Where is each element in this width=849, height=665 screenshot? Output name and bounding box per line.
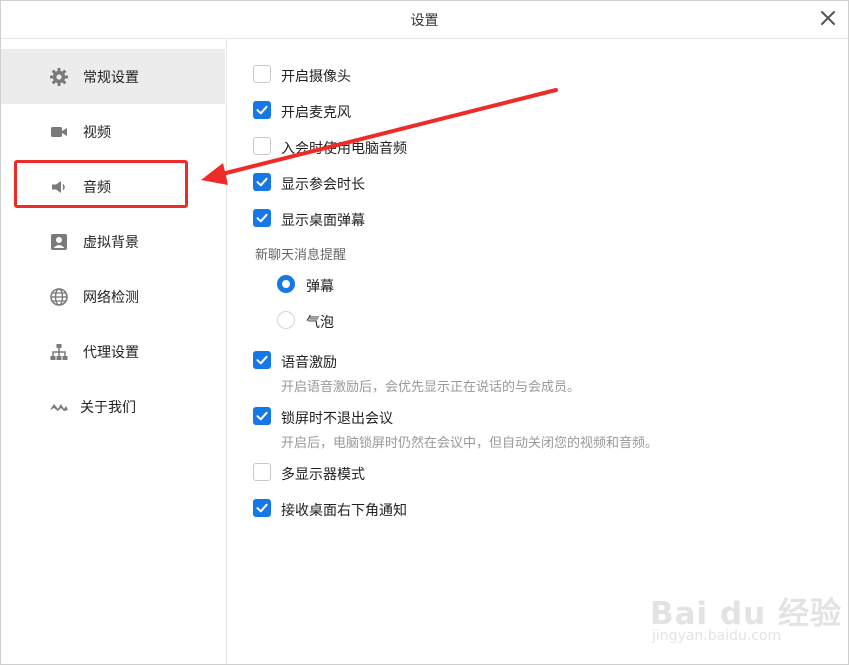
show-duration-label: 显示参会时长 — [281, 177, 365, 193]
checkmark-icon — [256, 177, 268, 187]
sidebar-item-label: 关于我们 — [80, 400, 136, 416]
chat-notify-section-label: 新聊天消息提醒 — [255, 248, 347, 263]
speaker-icon — [52, 181, 65, 193]
sidebar-item-general[interactable]: 常规设置 — [1, 49, 225, 104]
sidebar-item-label: 虚拟背景 — [83, 235, 139, 251]
voice-motivation-checkbox[interactable] — [253, 351, 271, 369]
close-button[interactable] — [818, 8, 838, 28]
settings-content: 开启摄像头 开启麦克风 入会时使用电脑音频 显示参会时长 显示桌面弹幕 新聊天消… — [227, 39, 848, 664]
microphone-label: 开启麦克风 — [281, 105, 351, 121]
virtual-background-icon — [51, 234, 67, 250]
bubble-radio[interactable] — [277, 311, 295, 329]
video-camera-icon — [51, 127, 67, 137]
desktop-danmaku-checkbox[interactable] — [253, 209, 271, 227]
sidebar-item-label: 代理设置 — [83, 345, 139, 361]
close-icon — [821, 11, 835, 25]
checkmark-icon — [256, 105, 268, 115]
sidebar-item-audio[interactable]: 音频 — [1, 159, 225, 214]
sidebar-item-label: 音频 — [83, 180, 111, 196]
window-title: 设置 — [410, 13, 439, 29]
settings-window: 设置 常规设置 视频 音频 虚拟背景 网络检测 代理设置 关于我们 开启摄像头 … — [0, 0, 849, 665]
lock-screen-checkbox[interactable] — [253, 407, 271, 425]
globe-icon — [50, 288, 68, 306]
title-bar: 设置 — [1, 1, 848, 39]
sidebar-item-virtual-background[interactable]: 虚拟背景 — [1, 214, 225, 269]
computer-audio-label: 入会时使用电脑音频 — [281, 141, 407, 157]
danmaku-radio[interactable] — [277, 275, 295, 293]
sidebar-item-about[interactable]: 关于我们 — [1, 379, 225, 434]
logo-icon — [50, 404, 68, 411]
sidebar-item-proxy[interactable]: 代理设置 — [1, 324, 225, 379]
bubble-radio-label: 气泡 — [306, 315, 334, 331]
sidebar-item-video[interactable]: 视频 — [1, 104, 225, 159]
danmaku-radio-label: 弹幕 — [306, 279, 334, 295]
voice-motivation-description: 开启语音激励后，会优先显示正在说话的与会成员。 — [281, 380, 581, 395]
checkmark-icon — [256, 411, 268, 421]
multi-display-checkbox[interactable] — [253, 463, 271, 481]
lock-screen-description: 开启后，电脑锁屏时仍然在会议中，但自动关闭您的视频和音频。 — [281, 436, 659, 451]
desktop-notify-checkbox[interactable] — [253, 499, 271, 517]
camera-label: 开启摄像头 — [281, 69, 351, 85]
microphone-checkbox[interactable] — [253, 101, 271, 119]
multi-display-label: 多显示器模式 — [281, 467, 365, 483]
voice-motivation-label: 语音激励 — [281, 355, 337, 371]
sidebar: 常规设置 视频 音频 虚拟背景 网络检测 代理设置 关于我们 — [1, 39, 227, 664]
desktop-danmaku-label: 显示桌面弹幕 — [281, 213, 365, 229]
show-duration-checkbox[interactable] — [253, 173, 271, 191]
checkmark-icon — [256, 503, 268, 513]
desktop-notify-label: 接收桌面右下角通知 — [281, 503, 407, 519]
computer-audio-checkbox[interactable] — [253, 137, 271, 155]
checkmark-icon — [256, 213, 268, 223]
sidebar-item-label: 视频 — [83, 125, 111, 141]
network-tree-icon — [50, 344, 68, 360]
sidebar-item-network-test[interactable]: 网络检测 — [1, 269, 225, 324]
checkmark-icon — [256, 355, 268, 365]
sidebar-item-label: 常规设置 — [83, 70, 139, 86]
lock-screen-label: 锁屏时不退出会议 — [281, 411, 393, 427]
gear-icon — [50, 68, 68, 86]
sidebar-item-label: 网络检测 — [83, 290, 139, 306]
camera-checkbox[interactable] — [253, 65, 271, 83]
